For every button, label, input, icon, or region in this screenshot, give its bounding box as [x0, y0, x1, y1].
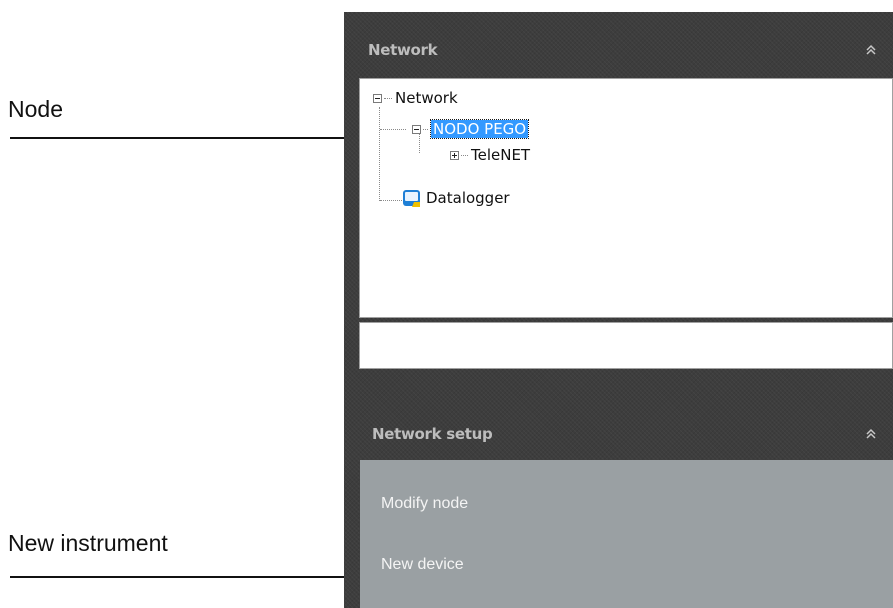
node-callout-label: Node: [8, 96, 63, 122]
datalogger-icon: [402, 189, 420, 207]
tree-status-field: [359, 322, 893, 369]
network-section-header: Network: [344, 24, 893, 76]
tree-item-node[interactable]: NODO PEGO: [412, 118, 530, 140]
double-chevron-up-icon[interactable]: [863, 42, 879, 58]
tree-item-datalogger[interactable]: Datalogger: [402, 187, 510, 209]
tree-item-label: Datalogger: [426, 189, 510, 207]
network-setup-section-title: Network setup: [372, 425, 493, 443]
tree-item-telenet[interactable]: TeleNET: [450, 144, 530, 166]
network-tree-view[interactable]: Network NODO PEGO TeleNET Datalogger: [359, 78, 893, 318]
modify-node-link[interactable]: Modify node: [381, 495, 468, 513]
network-setup-section-header: Network setup: [344, 408, 893, 460]
tree-connector-line: [379, 107, 380, 201]
double-chevron-up-icon[interactable]: [863, 426, 879, 442]
tree-item-label: Network: [395, 89, 458, 107]
new-device-link[interactable]: New device: [381, 556, 464, 574]
tree-item-label-selected: NODO PEGO: [429, 119, 530, 139]
collapse-toggle-icon[interactable]: [412, 124, 421, 134]
tree-item-network[interactable]: Network: [373, 87, 458, 109]
tree-connector-line: [380, 129, 406, 130]
network-setup-menu: Modify node New device: [360, 460, 893, 608]
network-section-title: Network: [368, 41, 438, 59]
expand-toggle-icon[interactable]: [450, 150, 459, 160]
collapse-toggle-icon[interactable]: [373, 93, 382, 103]
side-panel: Network Network NODO PEGO TeleNET Datalo…: [344, 12, 893, 608]
tree-connector-line: [380, 200, 402, 201]
new-instrument-callout-label: New instrument: [8, 530, 168, 556]
tree-item-label: TeleNET: [471, 146, 531, 164]
